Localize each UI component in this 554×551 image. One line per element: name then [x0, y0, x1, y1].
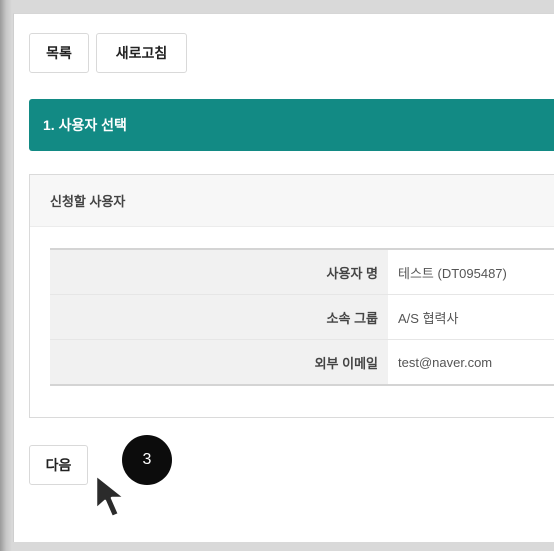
- user-name-label: 사용자 명: [50, 250, 388, 294]
- email-value: test@naver.com: [398, 354, 493, 370]
- refresh-button[interactable]: 새로고침: [96, 33, 187, 73]
- user-panel: 신청할 사용자 사용자 명 테스트 (DT095487) 소속 그룹 A/S 협…: [29, 174, 554, 418]
- section-header: 1. 사용자 선택: [29, 99, 554, 151]
- group-label: 소속 그룹: [50, 295, 388, 339]
- mouse-pointer-icon: [94, 473, 127, 519]
- table-row: 소속 그룹 A/S 협력사: [50, 295, 554, 340]
- user-name-value: 테스트 (DT095487): [398, 265, 507, 281]
- step-number: 3: [142, 451, 152, 468]
- panel-heading: 신청할 사용자: [30, 175, 554, 227]
- email-label: 외부 이메일: [50, 340, 388, 384]
- list-button[interactable]: 목록: [29, 33, 89, 73]
- panel-heading-text: 신청할 사용자: [50, 194, 126, 209]
- table-row: 사용자 명 테스트 (DT095487): [50, 250, 554, 295]
- table-row: 외부 이메일 test@naver.com: [50, 340, 554, 384]
- user-info-table: 사용자 명 테스트 (DT095487) 소속 그룹 A/S 협력사 외부 이메…: [50, 248, 554, 386]
- group-value: A/S 협력사: [398, 310, 459, 326]
- section-title: 1. 사용자 선택: [43, 117, 127, 133]
- next-button[interactable]: 다음: [29, 445, 88, 485]
